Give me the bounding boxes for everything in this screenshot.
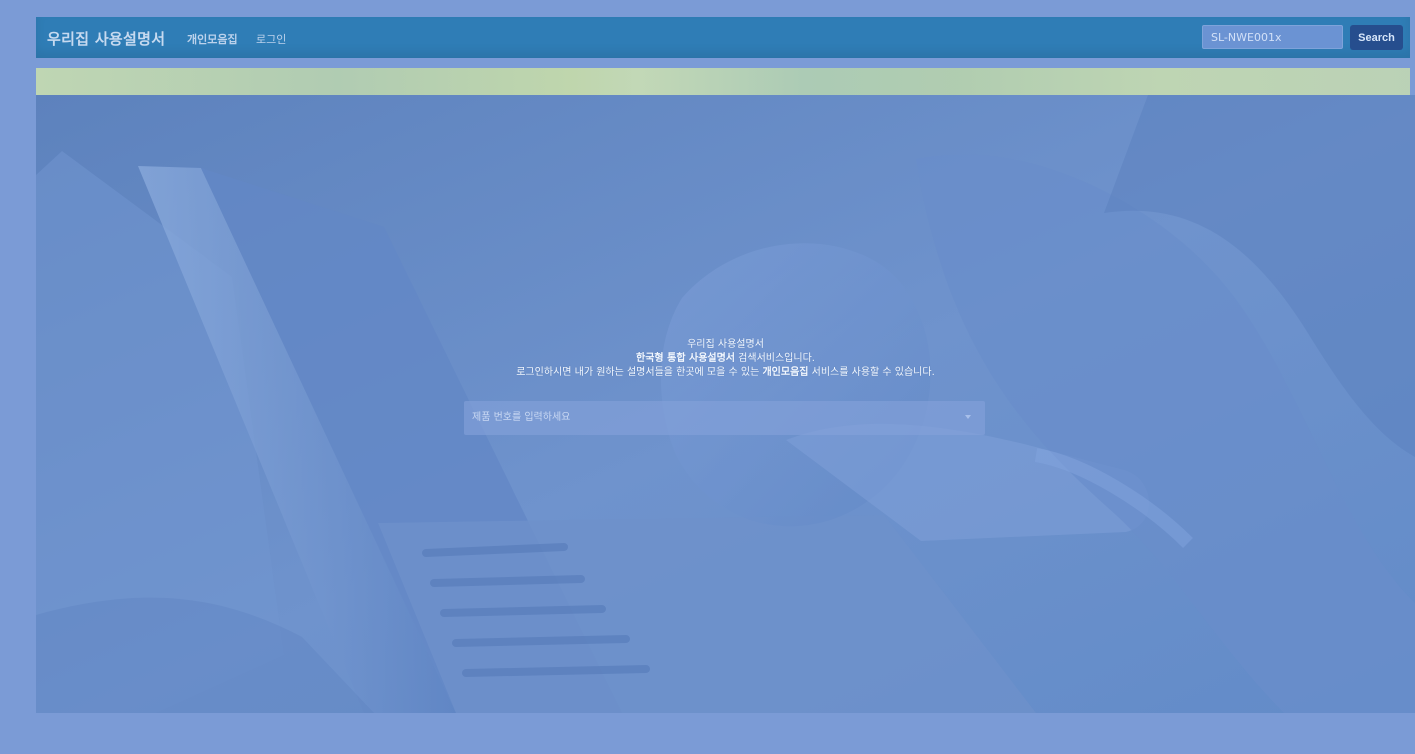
nav-link-personal-collection[interactable]: 개인모음집	[187, 31, 238, 47]
search-input[interactable]: SL-NWE001x	[1202, 25, 1343, 49]
hero-service-suffix: 검색서비스입니다.	[735, 353, 815, 364]
hero-intro: 우리집 사용설명서 한국형 통합 사용설명서 검색서비스입니다. 로그인하시면 …	[36, 338, 1415, 380]
site-brand[interactable]: 우리집 사용설명서	[47, 28, 165, 49]
hero-section: 우리집 사용설명서 한국형 통합 사용설명서 검색서비스입니다. 로그인하시면 …	[36, 95, 1415, 713]
decorative-strip	[36, 68, 1410, 95]
bottom-page-margin	[0, 713, 1415, 754]
product-number-placeholder: 제품 번호를 입력하세요	[472, 412, 571, 423]
header-separator	[0, 58, 1415, 68]
top-navbar: 우리집 사용설명서 개인모음집 로그인 SL-NWE001x Search	[36, 17, 1410, 58]
hero-description-line-2: 로그인하시면 내가 원하는 설명서들을 한곳에 모을 수 있는 개인모음집 서비…	[36, 366, 1415, 380]
nav-link-login[interactable]: 로그인	[256, 31, 286, 47]
product-number-select[interactable]: 제품 번호를 입력하세요	[464, 401, 985, 435]
hero-description-line-1: 한국형 통합 사용설명서 검색서비스입니다.	[36, 352, 1415, 366]
hero-service-name: 한국형 통합 사용설명서	[636, 353, 735, 364]
hero-personal-collection: 개인모음집	[762, 367, 809, 378]
hero-login-text-prefix: 로그인하시면 내가 원하는 설명서들을 한곳에 모을 수 있는	[516, 367, 763, 378]
search-button[interactable]: Search	[1350, 25, 1403, 50]
hero-login-text-suffix: 서비스를 사용할 수 있습니다.	[808, 367, 935, 378]
chevron-down-icon[interactable]	[965, 415, 971, 419]
hero-title: 우리집 사용설명서	[687, 339, 764, 350]
